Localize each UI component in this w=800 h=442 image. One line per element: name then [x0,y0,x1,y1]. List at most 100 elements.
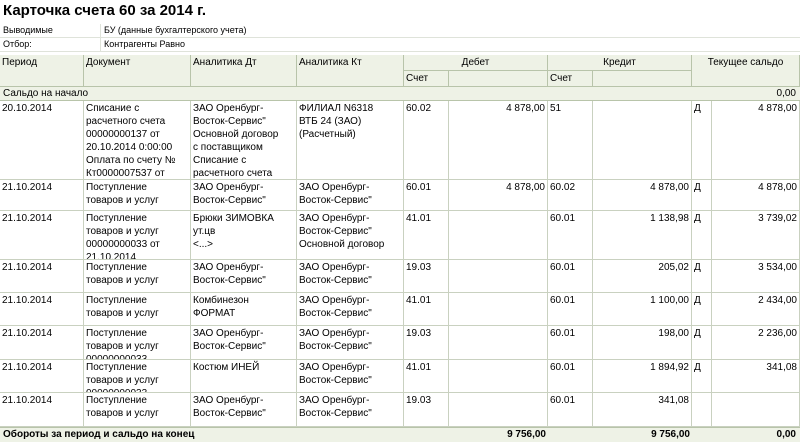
cell-balance[interactable]: 3 534,00 [712,260,800,292]
cell-analytics-kt[interactable]: ЗАО Оренбург- Восток-Сервис" [297,326,404,359]
cell-balance-direction[interactable]: Д [692,360,712,392]
cell-balance-direction[interactable]: Д [692,180,712,210]
cell-credit-account[interactable]: 60.01 [548,293,593,325]
cell-debit-account[interactable]: 19.03 [404,393,449,426]
cell-period[interactable]: 21.10.2014 [0,393,84,426]
cell-debit-sum[interactable] [449,211,548,259]
cell-balance-direction[interactable] [692,393,712,426]
cell-credit-sum[interactable] [593,101,692,179]
cell-period[interactable]: 20.10.2014 [0,101,84,179]
cell-credit-account-text: 60.01 [550,362,576,373]
table-row[interactable]: 21.10.2014 Поступление товаров и услуг 00… [0,211,800,260]
cell-balance[interactable]: 3 739,02 [712,211,800,259]
cell-document[interactable]: Поступление товаров и услуг 00000000033 … [84,211,191,259]
cell-credit-sum[interactable]: 1 138,98 [593,211,692,259]
cell-balance-direction[interactable]: Д [692,326,712,359]
cell-debit-account[interactable]: 41.01 [404,211,449,259]
cell-period[interactable]: 21.10.2014 [0,260,84,292]
table-row[interactable]: 21.10.2014 Поступление товаров и услуг ЗАО… [0,180,800,211]
cell-period[interactable]: 21.10.2014 [0,326,84,359]
cell-balance-direction[interactable]: Д [692,101,712,179]
header-debit-account[interactable]: Счет [404,71,449,87]
cell-analytics-dt[interactable]: ЗАО Оренбург- Восток-Сервис" [191,326,297,359]
cell-analytics-kt[interactable]: ЗАО Оренбург- Восток-Сервис" [297,360,404,392]
cell-credit-account[interactable]: 51 [548,101,593,179]
cell-period[interactable]: 21.10.2014 [0,211,84,259]
cell-period[interactable]: 21.10.2014 [0,360,84,392]
cell-balance-direction[interactable]: Д [692,293,712,325]
cell-balance[interactable]: 2 236,00 [712,326,800,359]
cell-credit-account[interactable]: 60.01 [548,260,593,292]
table-row[interactable]: 20.10.2014 Списание с расчетного счета 00… [0,101,800,180]
cell-credit-sum[interactable]: 341,08 [593,393,692,426]
cell-debit-account[interactable]: 60.01 [404,180,449,210]
cell-debit-account[interactable]: 60.02 [404,101,449,179]
cell-debit-account[interactable]: 41.01 [404,360,449,392]
cell-balance[interactable]: 341,08 [712,360,800,392]
cell-analytics-kt[interactable]: ЗАО Оренбург- Восток-Сервис" [297,293,404,325]
cell-period[interactable]: 21.10.2014 [0,293,84,325]
cell-credit-sum[interactable]: 4 878,00 [593,180,692,210]
cell-analytics-kt[interactable]: ЗАО Оренбург- Восток-Сервис" Основной до… [297,211,404,259]
cell-analytics-kt[interactable]: ФИЛИАЛ N6318 ВТБ 24 (ЗАО) (Расчетный) [297,101,404,179]
cell-document[interactable]: Поступление товаров и услуг 00000000033 [84,326,191,359]
cell-debit-sum[interactable]: 4 878,00 [449,101,548,179]
cell-analytics-kt[interactable]: ЗАО Оренбург- Восток-Сервис" [297,393,404,426]
table-row[interactable]: 21.10.2014 Поступление товаров и услуг 00… [0,360,800,393]
cell-document[interactable]: Поступление товаров и услуг [84,260,191,292]
cell-analytics-dt[interactable]: ЗАО Оренбург- Восток-Сервис" [191,180,297,210]
cell-debit-sum[interactable] [449,393,548,426]
header-document[interactable]: Документ [84,55,191,87]
param-value[interactable]: БУ (данные бухгалтерского учета) [100,24,800,37]
cell-balance[interactable]: 4 878,00 [712,101,800,179]
cell-analytics-dt[interactable]: Брюки ЗИМОВКА ут.цв <...> [191,211,297,259]
cell-balance-direction[interactable]: Д [692,211,712,259]
param-value[interactable]: Контрагенты Равно [100,38,800,51]
cell-document[interactable]: Поступление товаров и услуг [84,393,191,426]
cell-debit-account[interactable]: 41.01 [404,293,449,325]
header-analytics-dt[interactable]: Аналитика Дт [191,55,297,87]
header-credit[interactable]: Кредит [548,55,692,71]
header-balance[interactable]: Текущее сальдо [692,55,800,87]
cell-credit-sum[interactable]: 205,02 [593,260,692,292]
cell-analytics-dt[interactable]: ЗАО Оренбург- Восток-Сервис" Основной до… [191,101,297,179]
cell-document[interactable]: Поступление товаров и услуг 00000000033 [84,360,191,392]
cell-balance-direction[interactable]: Д [692,260,712,292]
cell-balance[interactable]: 2 434,00 [712,293,800,325]
cell-debit-sum[interactable] [449,293,548,325]
cell-analytics-dt[interactable]: Костюм ИНЕЙ [191,360,297,392]
cell-credit-sum[interactable]: 1 894,92 [593,360,692,392]
cell-credit-account[interactable]: 60.01 [548,326,593,359]
cell-credit-sum[interactable]: 198,00 [593,326,692,359]
cell-debit-account[interactable]: 19.03 [404,326,449,359]
cell-debit-sum[interactable]: 4 878,00 [449,180,548,210]
cell-document[interactable]: Поступление товаров и услуг [84,293,191,325]
cell-document[interactable]: Поступление товаров и услуг [84,180,191,210]
cell-debit-sum[interactable] [449,326,548,359]
cell-credit-account[interactable]: 60.01 [548,393,593,426]
cell-balance[interactable] [712,393,800,426]
cell-credit-sum[interactable]: 1 100,00 [593,293,692,325]
header-period[interactable]: Период [0,55,84,87]
cell-balance[interactable]: 4 878,00 [712,180,800,210]
table-row[interactable]: 21.10.2014 Поступление товаров и услуг ЗАО… [0,393,800,427]
cell-analytics-dt[interactable]: Комбинезон ФОРМАТ [191,293,297,325]
header-credit-account[interactable]: Счет [548,71,593,87]
cell-analytics-kt[interactable]: ЗАО Оренбург- Восток-Сервис" [297,260,404,292]
cell-analytics-dt[interactable]: ЗАО Оренбург- Восток-Сервис" [191,260,297,292]
table-row[interactable]: 21.10.2014 Поступление товаров и услуг ЗАО… [0,260,800,293]
cell-analytics-dt[interactable]: ЗАО Оренбург- Восток-Сервис" [191,393,297,426]
table-row[interactable]: 21.10.2014 Поступление товаров и услуг Ком… [0,293,800,326]
cell-credit-account[interactable]: 60.01 [548,211,593,259]
cell-credit-account[interactable]: 60.01 [548,360,593,392]
cell-debit-sum[interactable] [449,260,548,292]
header-analytics-kt[interactable]: Аналитика Кт [297,55,404,87]
cell-credit-account[interactable]: 60.02 [548,180,593,210]
cell-document[interactable]: Списание с расчетного счета 00000000137 … [84,101,191,179]
table-row[interactable]: 21.10.2014 Поступление товаров и услуг 00… [0,326,800,360]
cell-debit-sum[interactable] [449,360,548,392]
cell-analytics-kt[interactable]: ЗАО Оренбург- Восток-Сервис" [297,180,404,210]
header-debit[interactable]: Дебет [404,55,548,71]
cell-debit-account[interactable]: 19.03 [404,260,449,292]
cell-period[interactable]: 21.10.2014 [0,180,84,210]
